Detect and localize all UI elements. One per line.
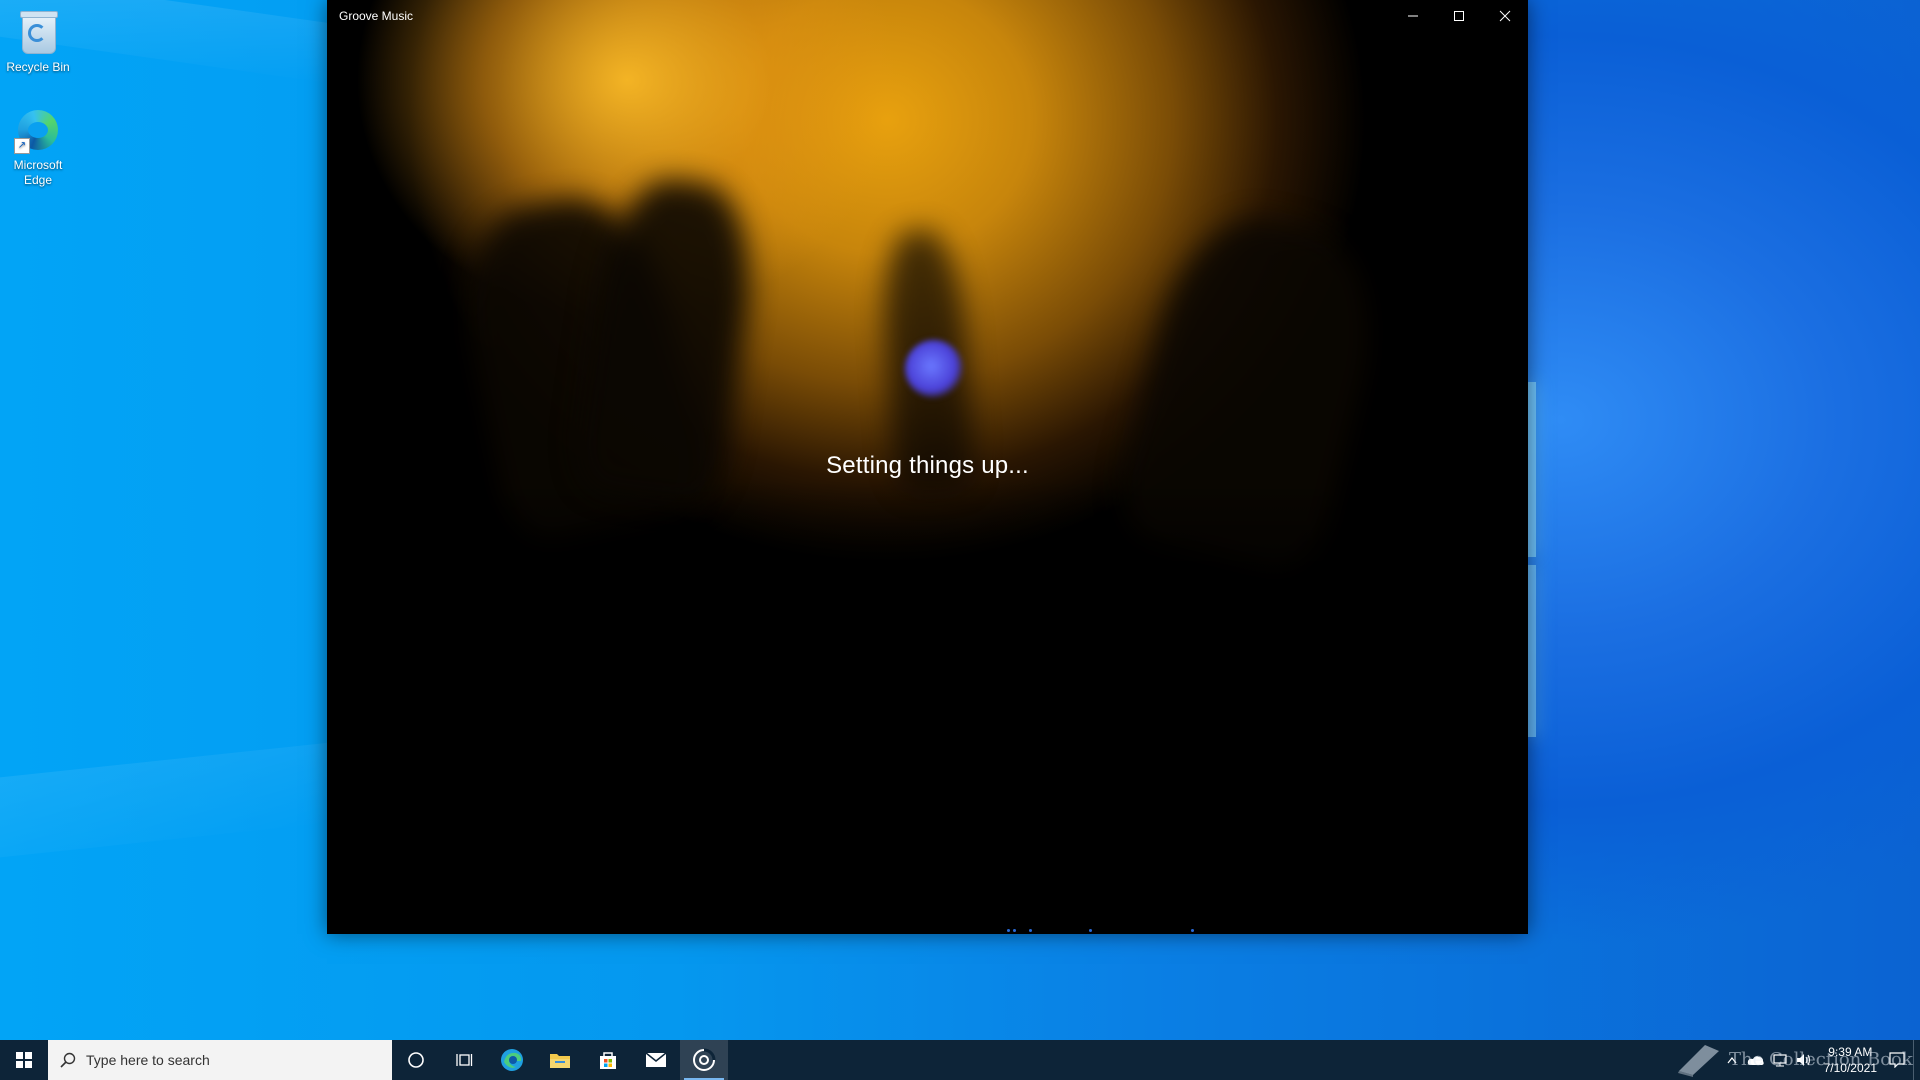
desktop-icon-label: Recycle Bin	[6, 60, 70, 74]
network-tray-button[interactable]	[1768, 1040, 1792, 1080]
action-center-button[interactable]	[1885, 1040, 1909, 1080]
setup-status-text: Setting things up...	[826, 452, 1029, 479]
search-icon	[60, 1052, 76, 1068]
desktop-icon-label: Microsoft Edge	[13, 158, 63, 187]
wallpaper-window-pane	[1528, 565, 1536, 737]
mail-icon	[645, 1052, 667, 1067]
clock-time: 9:39 AM	[1828, 1045, 1873, 1059]
taskbar-search-box[interactable]: Type here to search	[48, 1040, 392, 1080]
onedrive-tray-button[interactable]	[1744, 1040, 1768, 1080]
taskbar-clock[interactable]: 9:39 AM 7/10/2021	[1816, 1044, 1885, 1076]
file-explorer-icon	[550, 1054, 570, 1068]
cloud-icon	[1747, 1056, 1764, 1065]
groove-music-icon	[693, 1048, 716, 1071]
show-hidden-icons-button[interactable]	[1720, 1040, 1744, 1080]
close-button[interactable]	[1482, 0, 1528, 32]
volume-icon	[1796, 1054, 1810, 1066]
maximize-icon	[1454, 11, 1464, 21]
start-icon	[16, 1052, 32, 1068]
progress-dots	[327, 928, 1528, 932]
store-icon	[600, 1052, 616, 1069]
search-placeholder: Type here to search	[86, 1052, 210, 1068]
taskbar-edge-button[interactable]	[488, 1040, 536, 1080]
task-view-button[interactable]	[440, 1040, 488, 1080]
system-tray: 9:39 AM 7/10/2021	[1720, 1040, 1920, 1080]
notification-icon	[1889, 1052, 1905, 1068]
cortana-icon	[408, 1052, 424, 1068]
taskbar-file-explorer-button[interactable]	[536, 1040, 584, 1080]
taskbar-groove-music-button[interactable]	[680, 1040, 728, 1080]
clock-date: 7/10/2021	[1823, 1061, 1877, 1075]
loading-orb	[905, 340, 963, 398]
wallpaper-window-pane	[1528, 382, 1536, 557]
start-button[interactable]	[0, 1040, 48, 1080]
edge-icon	[501, 1049, 523, 1071]
minimize-button[interactable]	[1390, 0, 1436, 32]
edge-icon: ↗	[14, 106, 62, 154]
taskbar: Type here to search 9:39 AM 7/10/2021	[0, 1040, 1920, 1080]
task-view-icon	[456, 1054, 473, 1066]
recycle-bin-icon	[14, 8, 62, 56]
window-titlebar[interactable]: Groove Music	[327, 0, 1528, 32]
window-title: Groove Music	[339, 9, 414, 23]
groove-music-window[interactable]: Groove Music Setting things up...	[327, 0, 1528, 934]
desktop-icon-microsoft-edge[interactable]: ↗ Microsoft Edge	[0, 106, 76, 188]
network-icon	[1773, 1054, 1787, 1067]
taskbar-store-button[interactable]	[584, 1040, 632, 1080]
cortana-button[interactable]	[392, 1040, 440, 1080]
desktop-icon-recycle-bin[interactable]: Recycle Bin	[0, 8, 76, 75]
taskbar-mail-button[interactable]	[632, 1040, 680, 1080]
minimize-icon	[1408, 15, 1418, 17]
close-icon	[1499, 10, 1511, 22]
volume-tray-button[interactable]	[1792, 1040, 1816, 1080]
wallpaper-light-beam	[0, 742, 330, 858]
show-desktop-button[interactable]	[1913, 1040, 1920, 1080]
maximize-button[interactable]	[1436, 0, 1482, 32]
chevron-up-icon	[1727, 1057, 1737, 1064]
